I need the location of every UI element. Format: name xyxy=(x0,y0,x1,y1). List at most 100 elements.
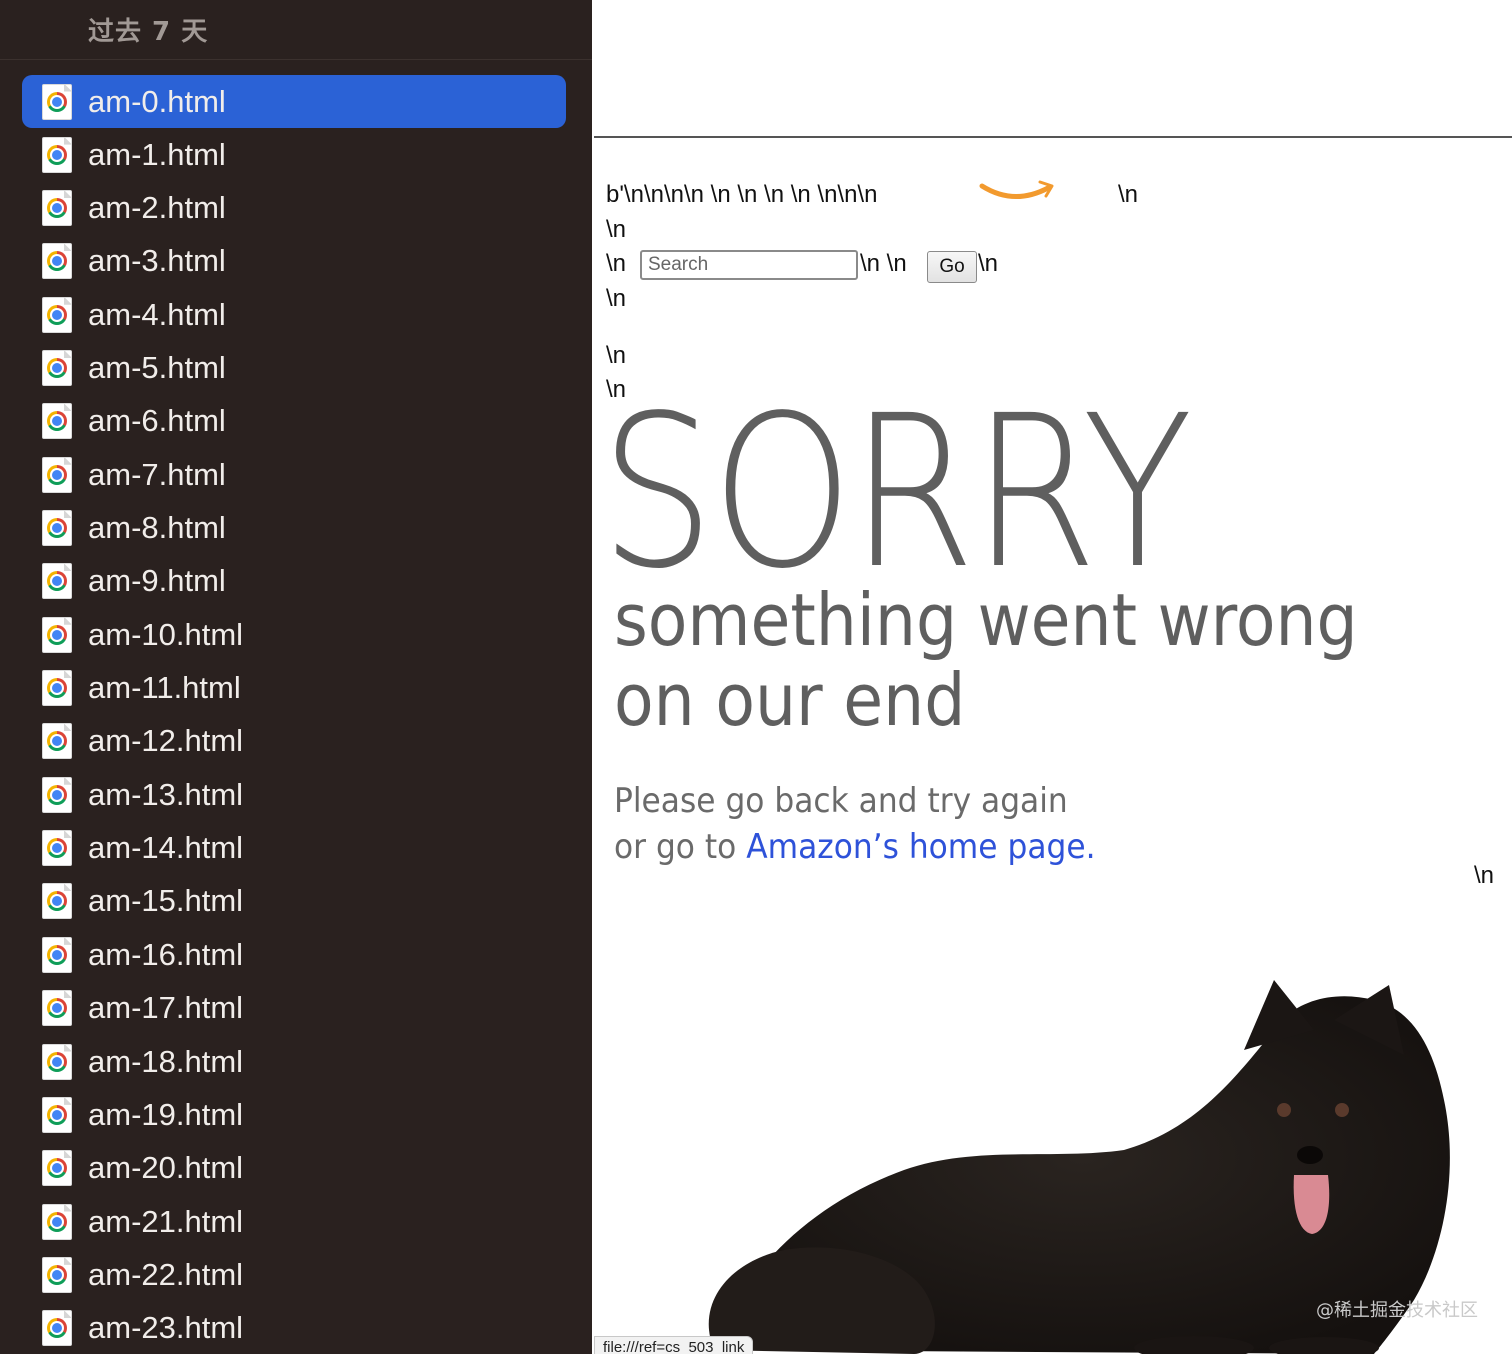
chrome-logo-icon xyxy=(47,784,67,805)
chrome-html-file-icon xyxy=(42,296,72,333)
chrome-html-file-icon xyxy=(42,990,72,1027)
amazon-smile-logo-icon[interactable] xyxy=(978,176,1058,204)
file-name-label: am-2.html xyxy=(88,190,226,226)
page-top-area xyxy=(594,0,1512,138)
link-status-bar: file:///ref=cs_503_link xyxy=(594,1336,754,1354)
file-list-item[interactable]: am-21.html xyxy=(0,1195,592,1248)
file-list-item[interactable]: am-0.html xyxy=(22,75,566,128)
file-list-item[interactable]: am-4.html xyxy=(0,288,592,341)
file-name-label: am-1.html xyxy=(88,136,226,172)
file-name-label: am-4.html xyxy=(88,296,226,332)
file-name-label: am-7.html xyxy=(88,456,226,492)
chrome-logo-icon xyxy=(47,1104,67,1125)
chrome-html-file-icon xyxy=(42,83,72,120)
file-list-item[interactable]: am-20.html xyxy=(0,1142,592,1195)
chrome-logo-icon xyxy=(47,1264,67,1285)
file-name-label: am-19.html xyxy=(88,1096,244,1132)
go-button[interactable]: Go xyxy=(927,251,977,283)
file-name-label: am-0.html xyxy=(88,83,226,119)
chrome-logo-icon xyxy=(47,571,67,592)
chrome-logo-icon xyxy=(47,198,67,219)
file-name-label: am-9.html xyxy=(88,563,226,599)
chrome-html-file-icon xyxy=(42,616,72,653)
file-list-item[interactable]: am-11.html xyxy=(0,661,592,714)
chrome-logo-icon xyxy=(47,144,67,165)
file-name-label: am-12.html xyxy=(88,723,244,759)
chrome-logo-icon xyxy=(47,91,67,112)
chrome-logo-icon xyxy=(47,518,67,539)
chrome-logo-icon xyxy=(47,1158,67,1179)
chrome-html-file-icon xyxy=(42,190,72,227)
file-name-label: am-13.html xyxy=(88,776,244,812)
chrome-html-file-icon xyxy=(42,563,72,600)
file-list-item[interactable]: am-13.html xyxy=(0,768,592,821)
file-name-label: am-17.html xyxy=(88,990,244,1026)
file-list-item[interactable]: am-19.html xyxy=(0,1088,592,1141)
file-list-item[interactable]: am-22.html xyxy=(0,1248,592,1301)
chrome-logo-icon xyxy=(47,891,67,912)
file-list-item[interactable]: am-16.html xyxy=(0,928,592,981)
chrome-html-file-icon xyxy=(42,1203,72,1240)
file-list-item[interactable]: am-7.html xyxy=(0,448,592,501)
error-message-line-1: Please go back and try again xyxy=(614,781,1068,821)
raw-text-line: \n \n xyxy=(860,250,907,277)
file-list-item[interactable]: am-8.html xyxy=(0,501,592,554)
chrome-html-file-icon xyxy=(42,350,72,387)
chrome-logo-icon xyxy=(47,1318,67,1339)
chrome-logo-icon xyxy=(47,998,67,1019)
chrome-html-file-icon xyxy=(42,1043,72,1080)
raw-text-line: \n xyxy=(1118,181,1139,208)
chrome-logo-icon xyxy=(47,1051,67,1072)
file-name-label: am-21.html xyxy=(88,1203,244,1239)
file-name-label: am-5.html xyxy=(88,350,226,386)
chrome-logo-icon xyxy=(47,411,67,432)
file-list-item[interactable]: am-3.html xyxy=(0,235,592,288)
chrome-html-file-icon xyxy=(42,243,72,280)
black-dog-image xyxy=(708,980,1450,1354)
chrome-html-file-icon xyxy=(42,936,72,973)
file-name-label: am-6.html xyxy=(88,403,226,439)
chrome-html-file-icon xyxy=(42,456,72,493)
file-list-item[interactable]: am-14.html xyxy=(0,821,592,874)
search-input[interactable] xyxy=(640,250,858,280)
chrome-html-file-icon xyxy=(42,1310,72,1347)
raw-text-line: \n xyxy=(606,342,627,369)
sorry-heading: SORRY xyxy=(600,370,1193,615)
file-list: am-0.html am-1.html am-2.html am-3.html am-4… xyxy=(0,75,592,1355)
chrome-html-file-icon xyxy=(42,723,72,760)
chrome-logo-icon xyxy=(47,304,67,325)
file-list-item[interactable]: am-12.html xyxy=(0,715,592,768)
file-list-item[interactable]: am-18.html xyxy=(0,1035,592,1088)
chrome-logo-icon xyxy=(47,944,67,965)
chrome-logo-icon xyxy=(47,464,67,485)
file-name-label: am-20.html xyxy=(88,1150,244,1186)
chrome-html-file-icon xyxy=(42,1096,72,1133)
file-list-item[interactable]: am-1.html xyxy=(0,128,592,181)
file-list-item[interactable]: am-23.html xyxy=(0,1302,592,1355)
file-name-label: am-11.html xyxy=(88,670,241,706)
chrome-logo-icon xyxy=(47,678,67,699)
file-name-label: am-3.html xyxy=(88,243,226,279)
message-prefix: or go to xyxy=(614,827,747,867)
chrome-logo-icon xyxy=(47,358,67,379)
file-name-label: am-15.html xyxy=(88,883,244,919)
file-list-item[interactable]: am-15.html xyxy=(0,875,592,928)
file-list-item[interactable]: am-17.html xyxy=(0,982,592,1035)
amazon-home-page-link[interactable]: Amazon’s home page. xyxy=(746,827,1095,867)
raw-text-line: \n xyxy=(978,250,999,277)
chrome-logo-icon xyxy=(47,838,67,859)
file-list-item[interactable]: am-10.html xyxy=(0,608,592,661)
file-name-label: am-16.html xyxy=(88,936,244,972)
chrome-html-file-icon xyxy=(42,1150,72,1187)
raw-text-line: \n xyxy=(1474,862,1495,889)
raw-text-line: \n xyxy=(606,250,627,277)
file-sidebar: 过去 7 天 am-0.html am-1.html am-2.html am-3.h… xyxy=(0,0,592,1354)
file-list-item[interactable]: am-5.html xyxy=(0,341,592,394)
file-list-item[interactable]: am-2.html xyxy=(0,181,592,234)
chrome-logo-icon xyxy=(47,1211,67,1232)
chrome-logo-icon xyxy=(47,624,67,645)
file-list-item[interactable]: am-9.html xyxy=(0,555,592,608)
chrome-html-file-icon xyxy=(42,776,72,813)
file-name-label: am-14.html xyxy=(88,830,244,866)
file-list-item[interactable]: am-6.html xyxy=(0,395,592,448)
